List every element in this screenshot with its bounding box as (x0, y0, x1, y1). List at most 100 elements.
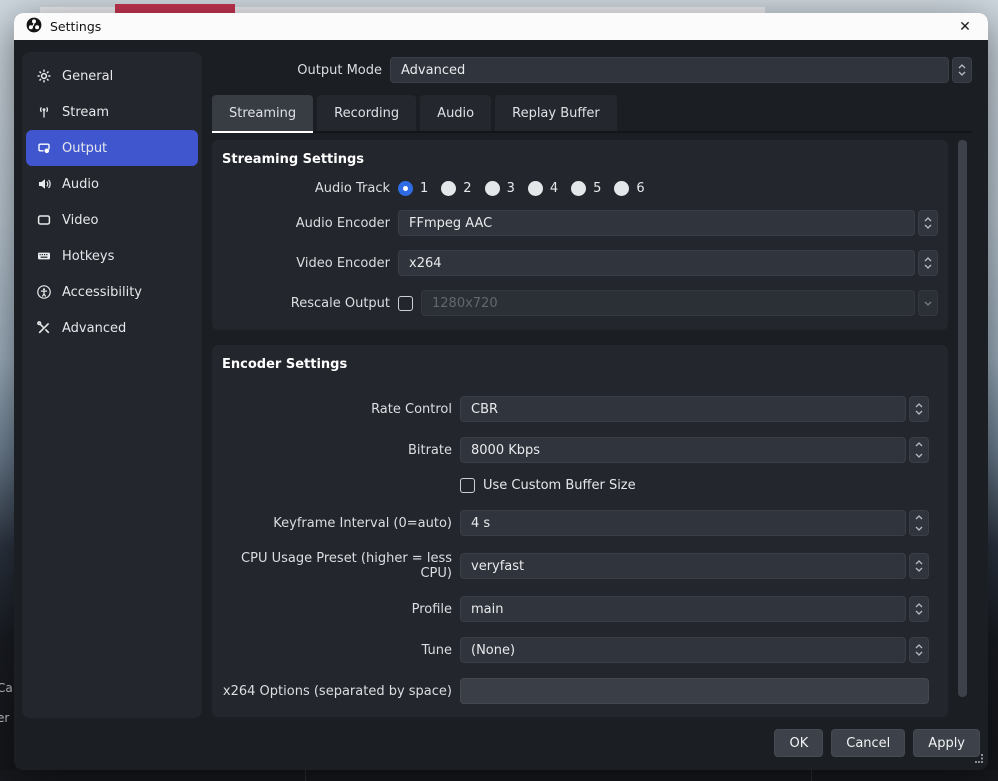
cpu-preset-select[interactable]: veryfast (460, 553, 929, 579)
sidebar-item-label: Stream (62, 105, 109, 120)
tune-value[interactable]: (None) (460, 637, 906, 663)
sidebar-item-stream[interactable]: Stream (26, 94, 198, 130)
audio-track-label: Audio Track (222, 181, 390, 196)
radio-track-3[interactable]: 3 (485, 181, 515, 196)
radio-icon[interactable] (441, 181, 456, 196)
background-text-fragment: Ca (0, 681, 13, 695)
radio-track-5[interactable]: 5 (571, 181, 601, 196)
sidebar-item-accessibility[interactable]: Accessibility (26, 274, 198, 310)
dialog-footer: OK Cancel Apply (774, 729, 980, 757)
radio-icon[interactable] (614, 181, 629, 196)
keyframe-interval-row: Keyframe Interval (0=auto) 4 s (222, 510, 929, 536)
spinner-arrows[interactable] (909, 510, 929, 536)
tab-audio[interactable]: Audio (420, 95, 491, 131)
background-bottom-strip (0, 770, 998, 781)
bitrate-label: Bitrate (222, 443, 452, 458)
spinner-arrows[interactable] (909, 437, 929, 463)
ok-button[interactable]: OK (774, 729, 823, 757)
cancel-button[interactable]: Cancel (831, 729, 905, 757)
tab-replay-buffer[interactable]: Replay Buffer (495, 95, 617, 131)
video-encoder-label: Video Encoder (222, 256, 390, 271)
bitrate-spinbox[interactable]: 8000 Kbps (460, 437, 929, 463)
radio-selected-icon[interactable] (398, 181, 413, 196)
sidebar-item-output[interactable]: Output (26, 130, 198, 166)
monitor-icon (36, 212, 52, 228)
output-tab-bar: Streaming Recording Audio Replay Buffer (212, 95, 972, 133)
speaker-icon (36, 176, 52, 192)
radio-track-4[interactable]: 4 (528, 181, 558, 196)
x264-options-input[interactable] (460, 678, 929, 704)
radio-track-2[interactable]: 2 (441, 181, 471, 196)
rescale-resolution-value: 1280x720 (421, 290, 915, 316)
rescale-output-checkbox[interactable] (398, 296, 413, 311)
rate-control-value[interactable]: CBR (460, 396, 906, 422)
close-icon[interactable]: ✕ (954, 16, 976, 38)
background-text-fragment: er (0, 711, 9, 725)
spinner-arrows[interactable] (909, 396, 929, 422)
sidebar-item-hotkeys[interactable]: Hotkeys (26, 238, 198, 274)
audio-encoder-value[interactable]: FFmpeg AAC (398, 210, 915, 236)
audio-encoder-row: Audio Encoder FFmpeg AAC (222, 210, 938, 236)
rate-control-select[interactable]: CBR (460, 396, 929, 422)
settings-sidebar: General Stream (22, 52, 202, 718)
output-screen-icon (36, 140, 52, 156)
radio-icon[interactable] (571, 181, 586, 196)
sidebar-item-general[interactable]: General (26, 58, 198, 94)
encoder-settings-panel: Encoder Settings Rate Control CBR Bitrat… (212, 345, 948, 717)
spinner-arrows[interactable] (909, 637, 929, 663)
tune-row: Tune (None) (222, 637, 929, 663)
output-mode-label: Output Mode (212, 63, 382, 78)
divider (305, 770, 306, 781)
audio-encoder-select[interactable]: FFmpeg AAC (398, 210, 938, 236)
resize-grip[interactable] (975, 748, 984, 767)
divider (811, 770, 812, 781)
spinner-arrows[interactable] (909, 553, 929, 579)
apply-button[interactable]: Apply (913, 729, 980, 757)
title-bar[interactable]: Settings ✕ (14, 13, 988, 40)
tab-streaming[interactable]: Streaming (212, 95, 313, 131)
rate-control-row: Rate Control CBR (222, 396, 929, 422)
radio-track-1[interactable]: 1 (398, 181, 428, 196)
sidebar-item-advanced[interactable]: Advanced (26, 310, 198, 346)
output-mode-value[interactable]: Advanced (390, 57, 949, 83)
profile-select[interactable]: main (460, 596, 929, 622)
spinner-arrows[interactable] (918, 250, 938, 276)
spinner-arrows[interactable] (952, 57, 972, 83)
bitrate-row: Bitrate 8000 Kbps (222, 437, 929, 463)
cpu-preset-value[interactable]: veryfast (460, 553, 906, 579)
rescale-resolution-select: 1280x720 (421, 290, 938, 316)
keyboard-icon (36, 248, 52, 264)
spinner-arrows[interactable] (918, 210, 938, 236)
sidebar-item-label: Advanced (62, 321, 126, 336)
dropdown-arrow (918, 290, 938, 316)
keyframe-interval-value[interactable]: 4 s (460, 510, 906, 536)
custom-buffer-checkbox[interactable] (460, 478, 475, 493)
keyframe-interval-spinbox[interactable]: 4 s (460, 510, 929, 536)
antenna-icon (36, 104, 52, 120)
radio-icon[interactable] (528, 181, 543, 196)
video-encoder-value[interactable]: x264 (398, 250, 915, 276)
vertical-scrollbar[interactable] (958, 140, 967, 697)
bitrate-value[interactable]: 8000 Kbps (460, 437, 906, 463)
sidebar-item-audio[interactable]: Audio (26, 166, 198, 202)
radio-track-6[interactable]: 6 (614, 181, 644, 196)
rescale-output-label: Rescale Output (222, 296, 390, 311)
panel-title: Streaming Settings (222, 152, 938, 167)
profile-row: Profile main (222, 596, 929, 622)
sidebar-item-label: Audio (62, 177, 99, 192)
sidebar-item-video[interactable]: Video (26, 202, 198, 238)
profile-value[interactable]: main (460, 596, 906, 622)
radio-icon[interactable] (485, 181, 500, 196)
sidebar-item-label: Hotkeys (62, 249, 114, 264)
x264-options-row: x264 Options (separated by space) (222, 678, 929, 704)
sidebar-item-label: Accessibility (62, 285, 142, 300)
tune-select[interactable]: (None) (460, 637, 929, 663)
custom-buffer-row: Use Custom Buffer Size (460, 478, 938, 493)
screen: Ca er Settings ✕ (0, 0, 998, 781)
sidebar-item-label: General (62, 69, 113, 84)
video-encoder-select[interactable]: x264 (398, 250, 938, 276)
profile-label: Profile (222, 602, 452, 617)
tab-recording[interactable]: Recording (317, 95, 416, 131)
spinner-arrows[interactable] (909, 596, 929, 622)
output-mode-select[interactable]: Advanced (390, 57, 972, 83)
